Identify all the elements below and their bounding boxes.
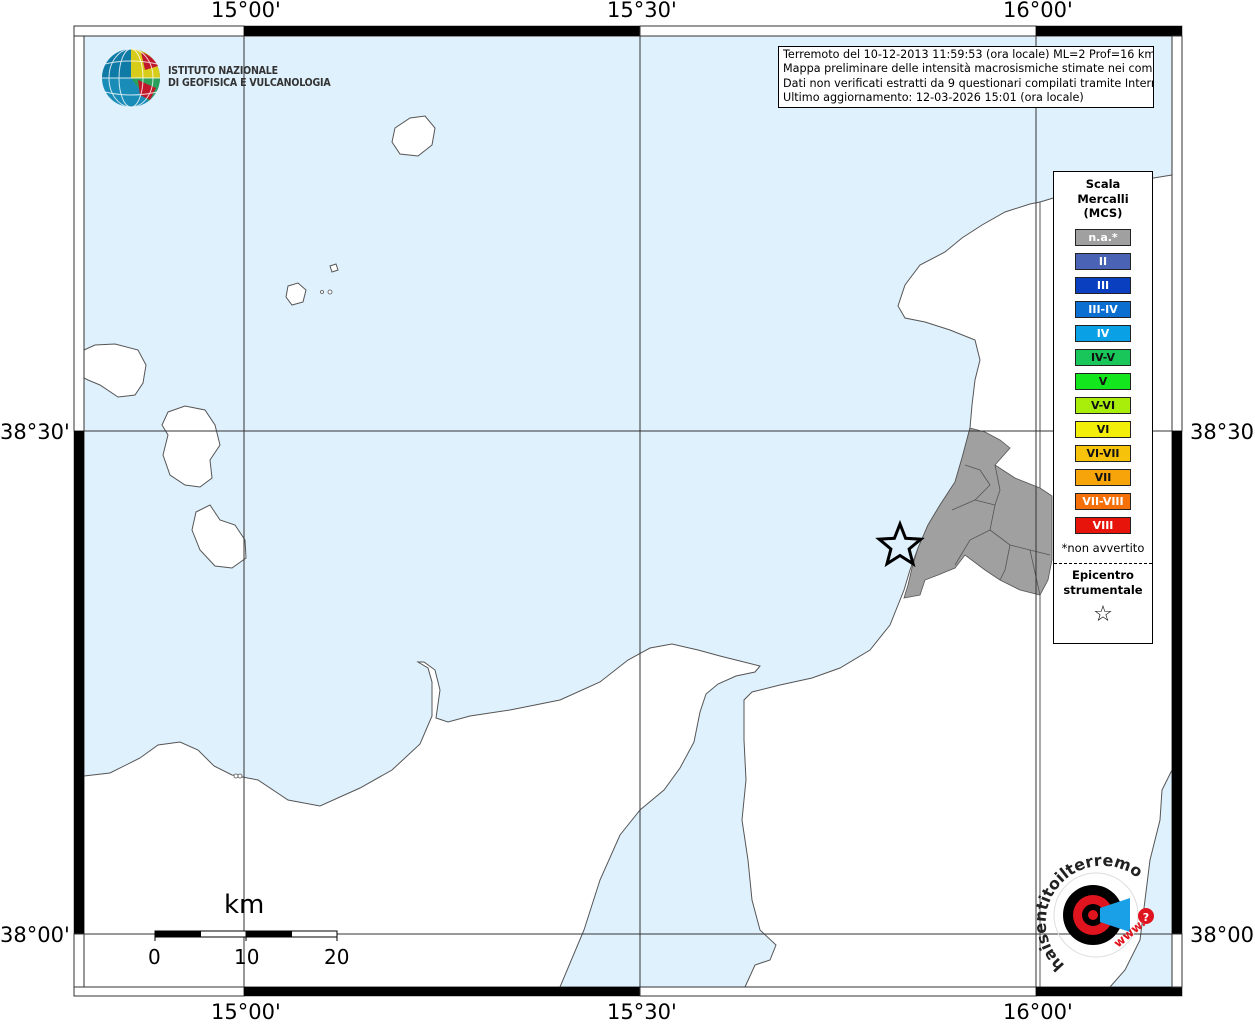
scale-label-10: 10: [234, 945, 260, 969]
lon-label-top-15-30: 15°30': [607, 0, 677, 22]
legend-separator: [1054, 562, 1152, 564]
legend-note: *non avvertito: [1061, 540, 1145, 555]
legend-epicenter-line2: strumentale: [1063, 582, 1143, 597]
legend-item-12: VIII: [1075, 516, 1131, 534]
event-info-line2: Mappa preliminare delle intensità macros…: [783, 62, 1154, 76]
islet: [237, 773, 243, 779]
lon-label-bottom-16-00: 16°00': [1003, 1000, 1073, 1024]
lat-label-left-38-30: 38°30': [0, 420, 70, 444]
scale-label-0: 0: [148, 945, 161, 969]
legend-item-5: IV-V: [1075, 348, 1131, 366]
legend-item-8: VI: [1075, 420, 1131, 438]
island-basiluzzo: [329, 263, 339, 273]
legend-item-6: V: [1075, 372, 1131, 390]
islet: [327, 289, 333, 295]
legend-title-line1: Scala: [1085, 177, 1121, 191]
legend-star-icon: ☆: [1093, 601, 1113, 627]
lon-label-top-16-00: 16°00': [1003, 0, 1073, 22]
legend-title: Scala Mercalli (MCS): [1054, 177, 1152, 221]
lon-label-top-15-00: 15°00': [211, 0, 281, 22]
legend-epicenter-line1: Epicentro: [1072, 567, 1134, 582]
ingv-logo-text: ISTITUTO NAZIONALE DI GEOFISICA E VULCAN…: [168, 65, 331, 89]
lat-label-right-38-00: 38°00': [1190, 923, 1255, 947]
ingv-line2: DI GEOFISICA E VULCANOLOGIA: [168, 77, 331, 89]
legend-title-line3: (MCS): [1083, 206, 1123, 220]
ingv-line1: ISTITUTO NAZIONALE: [168, 65, 278, 77]
lon-label-bottom-15-30: 15°30': [607, 1000, 677, 1024]
lon-label-bottom-15-00: 15°00': [211, 1000, 281, 1024]
mcs-legend: Scala Mercalli (MCS) n.a.* II III III-IV IV I…: [1053, 171, 1153, 644]
event-info-line4: Ultimo aggiornamento: 12-03-2026 15:01 (…: [783, 91, 1084, 105]
lat-label-left-38-00: 38°00': [0, 923, 70, 947]
scale-unit-label: km: [224, 890, 265, 920]
legend-epicenter-label: Epicentro strumentale: [1054, 568, 1152, 598]
legend-item-9: VI-VII: [1075, 444, 1131, 462]
legend-item-7: V-VI: [1075, 396, 1131, 414]
event-info-line3: Dati non verificati estratti da 9 questi…: [783, 76, 1154, 90]
legend-item-11: VII-VIII: [1075, 492, 1131, 510]
legend-items: n.a.* II III III-IV IV IV-V V V-VI VI VI-VII VII VI…: [1054, 228, 1152, 534]
legend-item-0: n.a.*: [1075, 228, 1131, 246]
legend-item-2: III: [1075, 276, 1131, 294]
event-info-line1: Terremoto del 10-12-2013 11:59:53 (ora l…: [783, 48, 1154, 61]
legend-item-1: II: [1075, 252, 1131, 270]
lat-label-right-38-30: 38°30': [1190, 420, 1255, 444]
scale-label-20: 20: [324, 945, 350, 969]
legend-item-4: IV: [1075, 324, 1131, 342]
legend-item-3: III-IV: [1075, 300, 1131, 318]
legend-title-line2: Mercalli: [1077, 191, 1129, 206]
islet: [233, 773, 239, 779]
ingv-logo-icon: [102, 48, 160, 108]
islet: [320, 290, 324, 294]
event-info-box: Terremoto del 10-12-2013 11:59:53 (ora l…: [778, 46, 1154, 108]
legend-item-10: VII: [1075, 468, 1131, 486]
